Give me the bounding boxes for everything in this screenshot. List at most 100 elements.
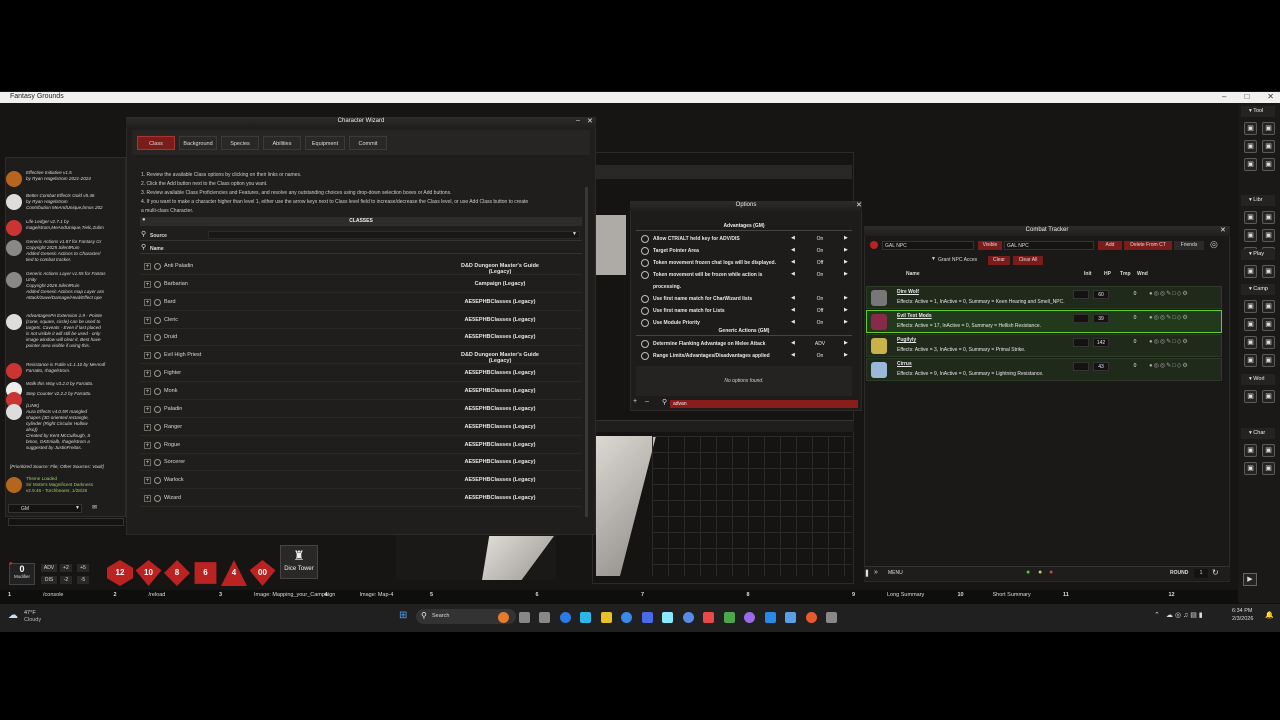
taskbar-app-icon[interactable]: [764, 612, 776, 623]
hp-box[interactable]: 142: [1093, 338, 1109, 347]
minus5-button[interactable]: -5: [77, 576, 89, 584]
sidebar-tool-icon[interactable]: ▣: [1262, 318, 1275, 331]
ct-name[interactable]: Cirrus: [897, 361, 912, 367]
option-value[interactable]: Off: [810, 308, 830, 314]
link-icon[interactable]: [154, 459, 161, 467]
add-class-button[interactable]: +: [144, 298, 151, 306]
chevron-right-icon[interactable]: ▶: [844, 271, 848, 277]
chevron-right-icon[interactable]: ▶: [844, 340, 848, 346]
option-value[interactable]: On: [810, 248, 830, 254]
ct-row-actions-icon[interactable]: ●◎◎✎□◇⚙: [1149, 314, 1189, 321]
close-icon[interactable]: ✕: [1267, 92, 1274, 101]
windows-start-icon[interactable]: ⊞: [399, 610, 407, 621]
avatar[interactable]: [871, 338, 887, 354]
chevron-left-icon[interactable]: ◀: [791, 340, 795, 346]
sidebar-section-char[interactable]: ▾ Char: [1241, 428, 1275, 439]
chevron-left-icon[interactable]: ◀: [791, 235, 795, 241]
sidebar-tool-icon[interactable]: ▣: [1244, 229, 1257, 242]
wizard-minimize-icon[interactable]: –: [576, 117, 580, 124]
grant-npc-access[interactable]: Grant NPC Acces: [938, 256, 986, 265]
option-row[interactable]: Range Limits/Advantages/Disadvantages ap…: [640, 350, 852, 362]
link-icon[interactable]: [154, 334, 161, 342]
pause-icon[interactable]: ❚: [864, 569, 870, 577]
chevron-right-icon[interactable]: ▶: [844, 247, 848, 253]
taskbar-app-icon[interactable]: [559, 612, 571, 623]
taskbar-app-icon[interactable]: [662, 612, 673, 623]
chevron-right-icon[interactable]: ▶: [844, 235, 848, 241]
taskbar-app-icon[interactable]: [723, 612, 735, 623]
next-actor-icon[interactable]: »: [874, 569, 878, 576]
avatar[interactable]: [871, 362, 887, 378]
taskbar-app-icon[interactable]: [600, 612, 612, 623]
class-name[interactable]: Bard: [164, 299, 176, 305]
sidebar-tool-icon[interactable]: ▣: [1262, 336, 1275, 349]
add-class-button[interactable]: +: [144, 441, 151, 449]
sidebar-tool-icon[interactable]: ▣: [1244, 390, 1257, 403]
hotkey-slot[interactable]: /reload: [149, 592, 166, 598]
ct-name[interactable]: Evil Test Mods: [897, 313, 932, 319]
hotkey-slot[interactable]: Image: Map-4: [360, 592, 394, 598]
add-class-button[interactable]: +: [144, 477, 151, 485]
class-name[interactable]: Ranger: [164, 424, 182, 430]
option-row[interactable]: Determine Flanking Advantage on Melee At…: [640, 338, 852, 350]
source-dropdown[interactable]: [208, 231, 580, 239]
hotkey-slot[interactable]: Short Summary: [993, 592, 1031, 598]
link-icon[interactable]: [154, 280, 161, 288]
ct-name[interactable]: Dire Wolf: [897, 289, 919, 295]
faction-select[interactable]: GAL NPC: [882, 241, 974, 250]
add-class-button[interactable]: +: [144, 459, 151, 467]
adv-button[interactable]: ADV: [41, 564, 57, 572]
taskbar-app-icon[interactable]: [744, 612, 755, 623]
link-icon[interactable]: [154, 405, 161, 413]
avatar[interactable]: [871, 314, 887, 330]
sidebar-tool-icon[interactable]: ▣: [1244, 336, 1257, 349]
class-row[interactable]: + Ranger AE5EPHBClasses (Legacy): [140, 420, 582, 436]
link-icon[interactable]: [154, 298, 161, 306]
sidebar-tool-icon[interactable]: ▣: [1262, 140, 1275, 153]
class-row[interactable]: + Evil High Priest D&D Dungeon Master's Gu…: [140, 348, 582, 365]
add-class-button[interactable]: +: [144, 370, 151, 378]
sidebar-tool-icon[interactable]: ▣: [1244, 140, 1257, 153]
taskbar-app-icon[interactable]: [805, 612, 817, 623]
taskbar-app-icon[interactable]: [641, 612, 653, 623]
link-icon[interactable]: [154, 441, 161, 449]
add-class-button[interactable]: +: [144, 263, 151, 270]
tab-commit[interactable]: Commit: [349, 136, 387, 150]
class-row[interactable]: + Monk AE5EPHBClasses (Legacy): [140, 384, 582, 400]
class-name[interactable]: Warlock: [164, 477, 184, 483]
remove-icon[interactable]: –: [645, 398, 649, 405]
add-class-button[interactable]: +: [144, 334, 151, 342]
tmp-value[interactable]: 0: [1127, 314, 1143, 323]
maximize-icon[interactable]: □: [1244, 92, 1249, 101]
faction-neutral-icon[interactable]: ●: [1038, 569, 1042, 576]
option-row[interactable]: Use first name match for Lists ◀ Off ▶: [640, 305, 852, 317]
next-round-icon[interactable]: ↻: [1212, 568, 1219, 577]
link-icon[interactable]: [154, 352, 161, 360]
notification-icon[interactable]: 🔔: [1265, 611, 1274, 619]
class-row[interactable]: + Wizard AE5EPHBClasses (Legacy): [140, 491, 582, 508]
ct-row[interactable]: Evil Test Mods Effects: Active = 17, InAc…: [866, 310, 1222, 333]
plus5-button[interactable]: +5: [77, 564, 89, 572]
chevron-right-icon[interactable]: ▶: [844, 259, 848, 265]
taskbar-app-icon[interactable]: [518, 612, 530, 623]
class-name[interactable]: Barbarian: [164, 281, 188, 287]
option-row[interactable]: Token movement will be frozen while acti…: [640, 269, 852, 281]
sidebar-tool-icon[interactable]: ▣: [1262, 354, 1275, 367]
class-name[interactable]: Paladin: [164, 406, 182, 412]
tab-background[interactable]: Background: [179, 136, 217, 150]
tray-chevron-icon[interactable]: ⌃: [1154, 611, 1160, 619]
class-row[interactable]: + Fighter AE5EPHBClasses (Legacy): [140, 366, 582, 383]
add-button[interactable]: Add: [1098, 241, 1122, 250]
clear-button[interactable]: Clear: [988, 256, 1010, 265]
chevron-right-icon[interactable]: ▶: [844, 319, 848, 325]
minus2-button[interactable]: -2: [60, 576, 72, 584]
hotkey-slot[interactable]: /console: [43, 592, 64, 598]
link-icon[interactable]: [154, 423, 161, 431]
class-name[interactable]: Druid: [164, 334, 177, 340]
option-value[interactable]: Off: [810, 260, 830, 266]
sidebar-tool-icon[interactable]: ▣: [1244, 354, 1257, 367]
hotkey-slot[interactable]: Image: Mapping_your_Campaign: [254, 592, 335, 598]
class-name[interactable]: Sorcerer: [164, 459, 185, 465]
init-box[interactable]: [1073, 314, 1089, 323]
sidebar-section-camp[interactable]: ▾ Camp: [1241, 284, 1275, 295]
